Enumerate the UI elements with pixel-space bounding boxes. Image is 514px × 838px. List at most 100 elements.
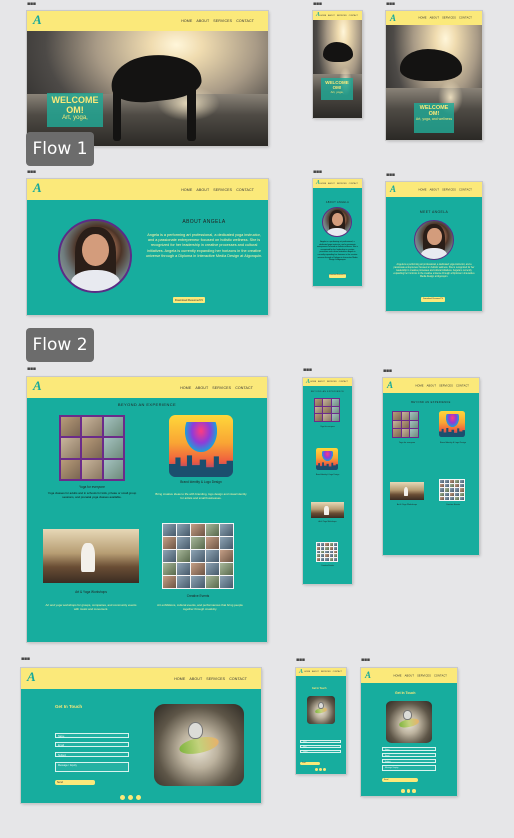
contact-desktop-frame: A HOME ABOUT SERVICES CONTACT Get In Tou… [21, 668, 261, 803]
about-heading: ABOUT ANGELA [325, 201, 350, 204]
logo[interactable]: A [33, 379, 42, 392]
nav-services[interactable]: SERVICES [337, 15, 347, 17]
nav-home[interactable]: HOME [415, 384, 423, 387]
nav-services[interactable]: SERVICES [337, 183, 347, 185]
linkedin-icon[interactable] [323, 768, 326, 771]
nav-contact[interactable]: CONTACT [349, 15, 358, 17]
nav-contact[interactable]: CONTACT [235, 386, 253, 390]
about-heading: ABOUT ANGELA [182, 219, 226, 225]
nav-home[interactable]: HOME [320, 183, 326, 185]
nav-home[interactable]: HOME [180, 386, 191, 390]
subject-field[interactable]: Subject [382, 759, 436, 763]
nav-contact[interactable]: CONTACT [456, 384, 469, 387]
header: A HOME ABOUT SERVICES CONTACT [296, 668, 346, 676]
nav-services[interactable]: SERVICES [439, 384, 453, 387]
nav-home[interactable]: HOME [418, 188, 426, 191]
logo[interactable]: A [27, 670, 36, 683]
nav-about[interactable]: ABOUT [427, 384, 436, 387]
nav-menu: HOME ABOUT SERVICES CONTACT [304, 671, 342, 673]
nav-about[interactable]: ABOUT [196, 19, 209, 23]
frame-label: ▪▪▪ [303, 367, 312, 373]
service-title-logo: Brand Identity & Logo Design [315, 474, 340, 476]
nav-contact[interactable]: CONTACT [236, 19, 254, 23]
send-button[interactable]: Send [55, 780, 95, 785]
download-resume-button[interactable]: Download Resume/CV [421, 297, 445, 302]
download-resume-button[interactable]: Download Resume/CV [329, 274, 346, 278]
nav-home[interactable]: HOME [181, 188, 192, 192]
nav-home[interactable]: HOME [320, 15, 326, 17]
nav-contact[interactable]: CONTACT [434, 674, 447, 677]
service-text-logo: Bring creative ideas to life with brandi… [155, 492, 247, 500]
nav-services[interactable]: SERVICES [442, 17, 456, 20]
nav-home[interactable]: HOME [310, 381, 316, 383]
email-field[interactable]: Email [55, 742, 129, 747]
nav-about[interactable]: ABOUT [405, 674, 414, 677]
nav-home[interactable]: HOME [304, 671, 310, 673]
service-title-yoga: Yoga for everyone [398, 442, 416, 444]
nav-home[interactable]: HOME [418, 17, 426, 20]
nav-about[interactable]: ABOUT [328, 183, 335, 185]
nav-services[interactable]: SERVICES [206, 677, 225, 681]
nav-contact[interactable]: CONTACT [349, 183, 358, 185]
logo[interactable]: A [387, 380, 393, 390]
nav-about[interactable]: ABOUT [312, 671, 319, 673]
nav-home[interactable]: HOME [393, 674, 401, 677]
logo[interactable]: A [390, 13, 396, 23]
nav-about[interactable]: ABOUT [189, 677, 202, 681]
send-button[interactable]: Send [382, 778, 418, 782]
nav-services[interactable]: SERVICES [321, 671, 331, 673]
header: A HOME ABOUT SERVICES CONTACT [361, 668, 457, 683]
nav-services[interactable]: SERVICES [417, 674, 431, 677]
instagram-icon[interactable] [128, 795, 133, 800]
nav-about[interactable]: ABOUT [196, 188, 209, 192]
instagram-icon[interactable] [406, 789, 410, 793]
linkedin-icon[interactable] [136, 795, 141, 800]
download-resume-button[interactable]: Download Resume/CV [173, 297, 205, 303]
header: A HOME ABOUT SERVICES CONTACT [27, 179, 268, 200]
email-field[interactable]: Email [382, 753, 436, 757]
nav-contact[interactable]: CONTACT [333, 671, 342, 673]
nav-contact[interactable]: CONTACT [236, 188, 254, 192]
subject-field[interactable]: Subject [55, 752, 129, 757]
nav-contact[interactable]: CONTACT [459, 17, 472, 20]
facebook-icon[interactable] [120, 795, 125, 800]
nav-services[interactable]: SERVICES [213, 19, 232, 23]
nav-services[interactable]: SERVICES [442, 188, 456, 191]
nav-home[interactable]: HOME [181, 19, 192, 23]
nav-about[interactable]: ABOUT [195, 386, 208, 390]
nav-contact[interactable]: CONTACT [339, 381, 348, 383]
nav-home[interactable]: HOME [174, 677, 185, 681]
nav-services[interactable]: SERVICES [212, 386, 231, 390]
nav-about[interactable]: ABOUT [318, 381, 325, 383]
logo[interactable]: A [33, 13, 42, 26]
services-heading: BEYOND AN EXPERIENCE [310, 391, 345, 393]
contact-photo [154, 704, 244, 786]
events-collage [439, 479, 465, 501]
subject-field[interactable]: Subject [300, 750, 341, 753]
email-field[interactable]: Email [300, 745, 341, 748]
name-field[interactable]: Name [55, 733, 129, 738]
send-button[interactable]: Send [300, 762, 320, 765]
nav-about[interactable]: ABOUT [430, 17, 439, 20]
facebook-icon[interactable] [401, 789, 405, 793]
nav-contact[interactable]: CONTACT [229, 677, 247, 681]
name-field[interactable]: Name [382, 747, 436, 751]
logo[interactable]: A [365, 670, 371, 680]
message-field[interactable]: Message / Inquiry [382, 765, 436, 771]
instagram-icon[interactable] [319, 768, 322, 771]
name-field[interactable]: Name [300, 740, 341, 743]
facebook-icon[interactable] [315, 768, 318, 771]
nav-contact[interactable]: CONTACT [459, 188, 472, 191]
nav-services[interactable]: SERVICES [213, 188, 232, 192]
logo[interactable]: A [33, 181, 42, 194]
nav-services[interactable]: SERVICES [327, 381, 337, 383]
events-collage [162, 523, 234, 589]
welcome-banner: WELCOME OM! Art, yoga, and wellness [414, 103, 454, 133]
linkedin-icon[interactable] [412, 789, 416, 793]
logo[interactable]: A [299, 669, 303, 676]
contact-heading: Get In Touch [312, 687, 327, 690]
logo[interactable]: A [390, 184, 396, 194]
nav-about[interactable]: ABOUT [430, 188, 439, 191]
nav-about[interactable]: ABOUT [328, 15, 335, 17]
message-field[interactable]: Message / Inquiry [55, 762, 129, 772]
